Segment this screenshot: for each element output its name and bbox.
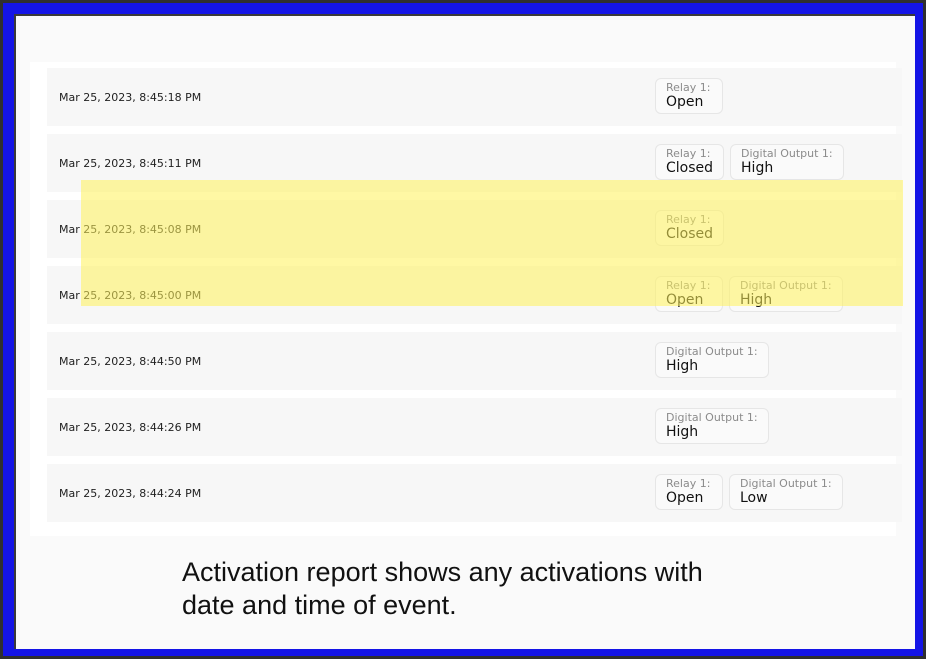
activation-row: Mar 25, 2023, 8:44:24 PM Relay 1: Open D… (47, 464, 902, 522)
activation-timestamp: Mar 25, 2023, 8:45:11 PM (59, 156, 202, 170)
chip-value: Open (666, 490, 704, 506)
chip-value: High (741, 160, 774, 176)
relay-state-chip: Relay 1: Closed (655, 144, 725, 180)
relay-state-chip: Relay 1: Open (655, 78, 723, 114)
caption-line-2: date and time of event. (182, 590, 457, 620)
chip-label: Relay 1: (666, 81, 711, 94)
digital-output-state-chip: Digital Output 1: High (655, 408, 769, 444)
activation-row: Mar 25, 2023, 8:45:18 PM Relay 1: Open (47, 68, 902, 126)
chip-label: Digital Output 1: (740, 279, 832, 292)
output-state-chips: Relay 1: Open Digital Output 1: Low (655, 474, 843, 510)
activation-row: Mar 25, 2023, 8:45:11 PM Relay 1: Closed… (47, 134, 902, 192)
output-state-chips: Relay 1: Open (655, 78, 723, 114)
chip-value: Closed (666, 160, 714, 176)
chip-value: High (740, 292, 773, 308)
output-state-chips: Digital Output 1: High (655, 408, 769, 444)
relay-state-chip: Relay 1: Open (655, 276, 723, 312)
chip-label: Relay 1: (666, 213, 711, 226)
chip-label: Digital Output 1: (666, 345, 758, 358)
screenshot-frame: Mar 25, 2023, 8:45:18 PM Relay 1: Open M… (0, 0, 926, 659)
chip-label: Relay 1: (666, 279, 711, 292)
chip-value: High (666, 424, 699, 440)
activation-report-panel: Mar 25, 2023, 8:45:18 PM Relay 1: Open M… (30, 62, 903, 536)
activation-row: Mar 25, 2023, 8:45:08 PM Relay 1: Closed (47, 200, 902, 258)
digital-output-state-chip: Digital Output 1: High (730, 144, 844, 180)
digital-output-state-chip: Digital Output 1: High (655, 342, 769, 378)
activation-row: Mar 25, 2023, 8:44:26 PM Digital Output … (47, 398, 902, 456)
caption-line-1: Activation report shows any activations … (182, 557, 703, 587)
activation-timestamp: Mar 25, 2023, 8:45:18 PM (59, 90, 202, 104)
chip-label: Digital Output 1: (740, 477, 832, 490)
output-state-chips: Digital Output 1: High (655, 342, 769, 378)
chip-value: Open (666, 94, 704, 110)
chip-label: Digital Output 1: (741, 147, 833, 160)
digital-output-state-chip: Digital Output 1: High (729, 276, 843, 312)
chip-value: Low (740, 490, 768, 506)
output-state-chips: Relay 1: Open Digital Output 1: High (655, 276, 843, 312)
output-state-chips: Relay 1: Closed Digital Output 1: High (655, 144, 844, 180)
output-state-chips: Relay 1: Closed (655, 210, 725, 246)
chip-value: Open (666, 292, 704, 308)
activation-timestamp: Mar 25, 2023, 8:44:24 PM (59, 486, 202, 500)
digital-output-state-chip: Digital Output 1: Low (729, 474, 843, 510)
relay-state-chip: Relay 1: Closed (655, 210, 725, 246)
chip-value: Closed (666, 226, 714, 242)
chip-label: Relay 1: (666, 147, 711, 160)
activation-timestamp: Mar 25, 2023, 8:45:00 PM (59, 288, 202, 302)
activation-timestamp: Mar 25, 2023, 8:45:08 PM (59, 222, 202, 236)
chip-value: High (666, 358, 699, 374)
chip-label: Relay 1: (666, 477, 711, 490)
report-canvas: Mar 25, 2023, 8:45:18 PM Relay 1: Open M… (14, 14, 915, 649)
activation-timestamp: Mar 25, 2023, 8:44:50 PM (59, 354, 202, 368)
activation-row: Mar 25, 2023, 8:45:00 PM Relay 1: Open D… (47, 266, 902, 324)
activation-row: Mar 25, 2023, 8:44:50 PM Digital Output … (47, 332, 902, 390)
relay-state-chip: Relay 1: Open (655, 474, 723, 510)
caption-text: Activation report shows any activations … (182, 556, 822, 622)
activation-timestamp: Mar 25, 2023, 8:44:26 PM (59, 420, 202, 434)
chip-label: Digital Output 1: (666, 411, 758, 424)
